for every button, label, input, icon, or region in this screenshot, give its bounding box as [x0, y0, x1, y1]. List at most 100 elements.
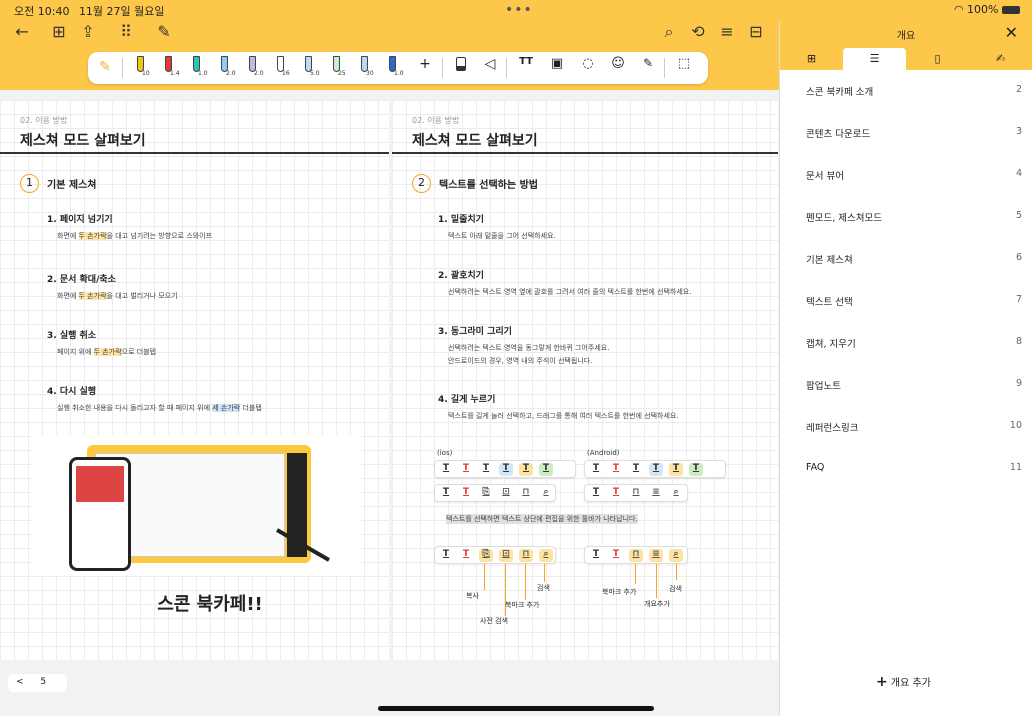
copy-icon[interactable]: ⎘ [479, 487, 493, 500]
document-page-right[interactable]: 02. 이용 방법 제스쳐 모드 살펴보기 2 텍스트를 선택하는 방법 1. 밑… [392, 100, 778, 660]
underline-red-button[interactable]: T [609, 487, 623, 500]
outline-item[interactable]: FAQ 11 [806, 462, 1022, 473]
pen-slot[interactable]: 25 [326, 56, 346, 78]
search-icon[interactable]: ⌕ [669, 549, 683, 562]
underline-button[interactable]: T [589, 487, 603, 500]
close-panel-button[interactable]: ✕ [1005, 23, 1018, 42]
add-pen-button[interactable]: + [415, 56, 435, 78]
callout-line [544, 564, 545, 582]
bookmark-icon[interactable]: ⊓ [629, 487, 643, 500]
gesture-item-title: 2. 문서 확대/축소 [47, 275, 116, 285]
outline-item[interactable]: 문서 뷰어 4 [806, 168, 1022, 182]
pen-size: 1.4 [170, 70, 180, 77]
export-button[interactable]: ⇪ [76, 22, 100, 41]
gesture-item-desc: 실행 취소한 내용을 다시 돌리고자 할 때 페이지 위에 세 손가락 더블탭 [57, 403, 262, 413]
copy-icon[interactable]: ⎘ [479, 549, 493, 562]
tab-outline[interactable]: ☰ [843, 48, 906, 70]
tab-annotations[interactable]: ✍ [969, 48, 1032, 70]
image-tool[interactable]: ▣ [547, 56, 567, 78]
pen-slot[interactable]: 10 [130, 56, 150, 78]
outline-item[interactable]: 콘텐츠 다운로드 3 [806, 126, 1022, 140]
search-button[interactable]: ⌕ [657, 22, 681, 42]
pen-slot[interactable]: 1.0 [186, 56, 208, 78]
underline-red-button[interactable]: T [459, 487, 473, 500]
outline-item[interactable]: 캡쳐, 지우기 8 [806, 336, 1022, 350]
page-indicator[interactable]: < 5 [8, 674, 67, 692]
highlight-green-button[interactable]: T [539, 463, 553, 476]
outline-item[interactable]: 텍스트 선택 7 [806, 294, 1022, 308]
pen-size: 25 [338, 70, 346, 77]
bookmark-icon[interactable]: ⊓ [519, 487, 533, 500]
pen-slot[interactable]: 1.0 [382, 56, 404, 78]
layer-button[interactable]: ⊟ [744, 22, 768, 41]
pen-size: 30 [366, 70, 374, 77]
bookmark-icon[interactable]: ⊓ [629, 549, 643, 562]
underline-button[interactable]: T [439, 549, 453, 562]
pen-slot[interactable]: 5.0 [298, 56, 320, 78]
underline-red-button[interactable]: T [609, 463, 623, 476]
underline-button[interactable]: T [589, 549, 603, 562]
underline-red-button[interactable]: T [459, 463, 473, 476]
outline-add-icon[interactable]: ≡ [649, 549, 663, 562]
laser-tool[interactable]: ✎ [638, 56, 658, 78]
sticker-tool[interactable]: ☺ [608, 56, 628, 78]
pen-slot[interactable]: 16 [270, 56, 290, 78]
underline-gray-button[interactable]: T [629, 463, 643, 476]
highlight-green-button[interactable]: T [689, 463, 703, 476]
page-category: 02. 이용 방법 [412, 116, 460, 125]
callout-line [676, 564, 677, 580]
desc-text: 실행 취소한 내용을 다시 돌리고자 할 때 페이지 위에 [57, 404, 213, 412]
pen-slot[interactable]: 1.4 [158, 56, 180, 78]
text-tool[interactable]: TT [516, 56, 536, 78]
pen-slot[interactable]: 2.0 [242, 56, 264, 78]
highlight-blue-button[interactable]: T [499, 463, 513, 476]
ruler-tool[interactable]: ◁ [480, 56, 500, 78]
page-rotate-button[interactable]: ⟲ [686, 22, 710, 41]
pen-slot[interactable]: 2.0 [214, 56, 236, 78]
multitask-dots[interactable]: ••• [505, 2, 533, 18]
tab-thumbnails[interactable]: ⊞ [780, 48, 843, 70]
underline-red-button[interactable]: T [459, 549, 473, 562]
highlight-yellow-button[interactable]: T [519, 463, 533, 476]
gesture-item-desc: 페이지 위에 두 손가락으로 더블탭 [57, 347, 156, 357]
dictionary-icon[interactable]: ⊡ [499, 487, 513, 500]
underline-black-button[interactable]: T [589, 463, 603, 476]
eraser-tool[interactable] [451, 56, 471, 78]
section-title: 기본 제스쳐 [47, 180, 97, 191]
page-edit-tool[interactable]: ⬚ [674, 56, 694, 78]
pen-mode-toggle[interactable]: ✎ [95, 56, 115, 78]
dictionary-icon[interactable]: ⊡ [499, 549, 513, 562]
outline-menu-button[interactable]: ≡ [715, 22, 739, 41]
outline-item[interactable]: 스콘 북카페 소개 2 [806, 84, 1022, 98]
underline-black-button[interactable]: T [439, 463, 453, 476]
outline-item-label: 레퍼런스링크 [806, 423, 859, 434]
lasso-tool[interactable]: ◌ [578, 56, 598, 78]
title-rule [0, 152, 389, 154]
search-icon[interactable]: ⌕ [669, 487, 683, 500]
thumbnail-grid-button[interactable]: ⊞ [47, 22, 71, 41]
home-indicator[interactable] [378, 706, 654, 711]
tab-bookmarks[interactable]: ▯ [906, 48, 969, 70]
back-button[interactable]: ← [10, 22, 34, 41]
bookmark-icon[interactable]: ⊓ [519, 549, 533, 562]
underline-button[interactable]: T [439, 487, 453, 500]
underline-gray-button[interactable]: T [479, 463, 493, 476]
outline-item[interactable]: 레퍼런스링크 10 [806, 420, 1022, 434]
search-icon[interactable]: ⌕ [539, 549, 553, 562]
highlight-yellow-button[interactable]: T [669, 463, 683, 476]
outline-add-icon[interactable]: ≡ [649, 487, 663, 500]
outline-item[interactable]: 펜모드, 제스쳐모드 5 [806, 210, 1022, 224]
outline-item[interactable]: 팝업노트 9 [806, 378, 1022, 392]
underline-red-button[interactable]: T [609, 549, 623, 562]
edit-mode-button[interactable]: ✎ [152, 22, 176, 41]
document-page-left[interactable]: 02. 이용 방법 제스쳐 모드 살펴보기 1 기본 제스쳐 1. 페이지 넘기기… [0, 100, 389, 660]
chevron-left-icon[interactable]: < [16, 677, 24, 687]
callout-line [484, 564, 485, 590]
pen-slot[interactable]: 30 [354, 56, 374, 78]
outline-item[interactable]: 기본 제스쳐 6 [806, 252, 1022, 266]
add-outline-button[interactable]: + 개요 추가 [876, 674, 931, 690]
highlight-blue-button[interactable]: T [649, 463, 663, 476]
apps-button[interactable]: ⠿ [114, 22, 138, 41]
list-icon: ☰ [869, 52, 880, 65]
search-icon[interactable]: ⌕ [539, 487, 553, 500]
